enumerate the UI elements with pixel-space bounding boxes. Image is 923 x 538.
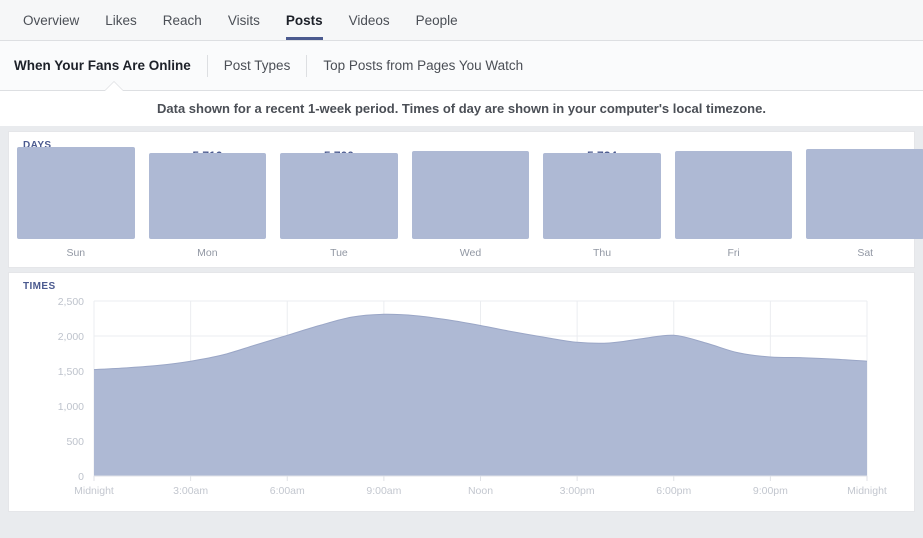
days-bar-rect[interactable] (17, 147, 135, 239)
days-bar-rect[interactable] (806, 148, 923, 239)
days-bar-label: Mon (197, 247, 218, 259)
times-x-tick-label: Midnight (74, 485, 114, 497)
times-panel: TIMES 0 500 1,000 1,500 2,000 2,500 Midnight 3:… (8, 272, 915, 512)
tab-visits[interactable]: Visits (215, 0, 273, 40)
tab-likes-label: Likes (105, 12, 137, 28)
tab-overview-label: Overview (23, 12, 80, 28)
times-y-tick-label: 1,000 (58, 401, 84, 413)
days-bar-label: Fri (727, 247, 740, 259)
tab-videos[interactable]: Videos (336, 0, 403, 40)
days-bar-column[interactable]: 6,042Sun (17, 147, 135, 267)
times-x-tick-label: 3:00pm (560, 485, 595, 497)
days-bar-column[interactable]: 5,700Tue (280, 149, 398, 267)
times-x-tick-label: 6:00am (270, 485, 305, 497)
tab-visits-label: Visits (227, 12, 260, 28)
times-y-tick-label: 1,500 (58, 366, 84, 378)
days-bar-column[interactable]: 5,956Sat (806, 148, 923, 267)
times-y-tick-label: 0 (78, 471, 84, 483)
times-x-tick-label: Noon (468, 485, 493, 497)
times-y-tick-label: 500 (66, 436, 84, 448)
subtab-when-your-fans-are-online[interactable]: When Your Fans Are Online (14, 58, 207, 73)
secondary-nav: When Your Fans Are Online Post Types Top… (0, 41, 923, 91)
days-bar-column[interactable]: 5,724Thu (543, 149, 661, 267)
times-y-tick-label: 2,000 (58, 331, 84, 343)
days-bar-rect[interactable] (148, 152, 267, 239)
times-y-tick-label: 2,500 (58, 296, 84, 308)
days-bar-label: Sun (66, 247, 86, 259)
days-bar-label: Tue (330, 247, 348, 259)
days-bar-rect[interactable] (411, 151, 530, 239)
subtab-when-your-fans-are-online-label: When Your Fans Are Online (14, 58, 191, 73)
times-area-fill[interactable] (94, 314, 867, 476)
days-bar-column[interactable]: 5,796Fri (674, 149, 793, 267)
times-x-tick-label: 9:00am (366, 485, 401, 497)
times-chart-svg: 0 500 1,000 1,500 2,000 2,500 Midnight 3:00am 6:… (58, 296, 887, 497)
subtab-post-types[interactable]: Post Types (208, 58, 307, 73)
tab-people[interactable]: People (403, 0, 471, 40)
active-subtab-caret-icon (105, 82, 123, 91)
times-x-tick-label: 3:00am (173, 485, 208, 497)
tab-overview[interactable]: Overview (10, 0, 92, 40)
days-bar-column[interactable]: 5,792Wed (411, 149, 530, 267)
subtab-top-posts-from-pages-you-watch-label: Top Posts from Pages You Watch (323, 58, 524, 73)
tab-people-label: People (415, 12, 458, 28)
times-area-chart: 0 500 1,000 1,500 2,000 2,500 Midnight 3:00am 6:… (9, 291, 914, 511)
times-x-tick-label: Midnight (847, 485, 887, 497)
days-bar-chart: 6,042Sun5,716Mon5,700Tue5,792Wed5,724Thu… (17, 147, 923, 267)
times-x-tick-label: 6:00pm (656, 485, 691, 497)
days-bar-label: Thu (593, 247, 612, 259)
tab-videos-label: Videos (348, 12, 390, 28)
tab-reach-label: Reach (162, 12, 202, 28)
days-bar-label: Sat (857, 247, 874, 259)
facebook-insights-page: Overview Likes Reach Visits Posts Videos… (0, 0, 923, 538)
days-bar-label: Wed (459, 247, 482, 259)
days-bar-column[interactable]: 5,716Mon (148, 149, 267, 267)
tab-reach[interactable]: Reach (150, 0, 215, 40)
tab-likes[interactable]: Likes (92, 0, 150, 40)
days-bar-rect[interactable] (543, 152, 661, 239)
times-x-tick-label: 9:00pm (753, 485, 788, 497)
times-section-label: TIMES (23, 281, 56, 292)
tab-posts-label: Posts (285, 12, 323, 28)
primary-nav: Overview Likes Reach Visits Posts Videos… (0, 0, 923, 41)
subtab-post-types-label: Post Types (223, 58, 291, 73)
subtab-top-posts-from-pages-you-watch[interactable]: Top Posts from Pages You Watch (307, 58, 539, 73)
tab-posts[interactable]: Posts (273, 0, 336, 40)
description-banner: Data shown for a recent 1-week period. T… (0, 91, 923, 127)
days-panel: DAYS 6,042Sun5,716Mon5,700Tue5,792Wed5,7… (8, 131, 923, 268)
days-bar-rect[interactable] (674, 151, 793, 239)
days-bar-rect[interactable] (280, 153, 398, 239)
description-text: Data shown for a recent 1-week period. T… (157, 101, 766, 116)
